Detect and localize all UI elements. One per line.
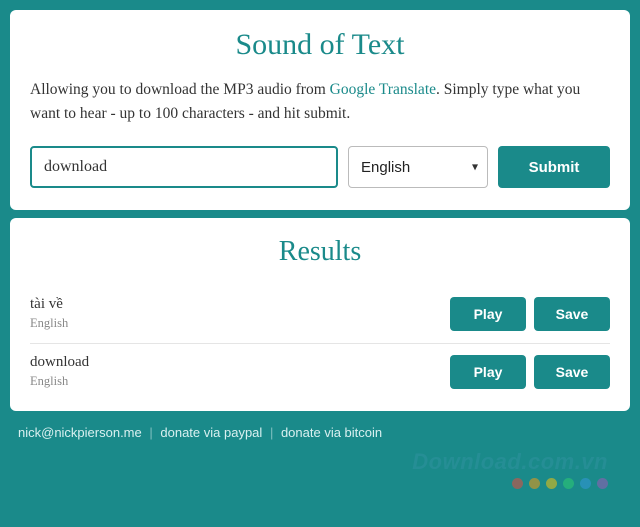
- result-language: English: [30, 374, 450, 389]
- dot-icon: [563, 478, 574, 489]
- result-text: tài về: [30, 296, 450, 313]
- result-actions: Play Save: [450, 355, 610, 389]
- result-actions: Play Save: [450, 297, 610, 331]
- dot-icon: [580, 478, 591, 489]
- input-form: English Submit: [30, 146, 610, 188]
- result-info: tài về English: [30, 296, 450, 331]
- text-input[interactable]: [30, 146, 338, 188]
- save-button[interactable]: Save: [534, 297, 610, 331]
- results-title: Results: [30, 236, 610, 268]
- dot-icon: [529, 478, 540, 489]
- dot-icon: [512, 478, 523, 489]
- submit-button[interactable]: Submit: [498, 146, 610, 188]
- dot-icon: [597, 478, 608, 489]
- result-text: download: [30, 354, 450, 371]
- footer-bitcoin-link[interactable]: donate via bitcoin: [281, 425, 382, 440]
- page-title: Sound of Text: [30, 28, 610, 62]
- description: Allowing you to download the MP3 audio f…: [30, 78, 610, 126]
- result-language: English: [30, 316, 450, 331]
- footer-email-link[interactable]: nick@nickpierson.me: [18, 425, 142, 440]
- save-button[interactable]: Save: [534, 355, 610, 389]
- main-card: Sound of Text Allowing you to download t…: [10, 10, 630, 210]
- result-row: tài về English Play Save: [30, 286, 610, 344]
- play-button[interactable]: Play: [450, 297, 526, 331]
- footer-separator: |: [149, 425, 152, 440]
- footer-separator: |: [270, 425, 273, 440]
- language-select-wrap: English: [348, 146, 488, 188]
- play-button[interactable]: Play: [450, 355, 526, 389]
- result-row: download English Play Save: [30, 344, 610, 401]
- watermark-dots: [512, 478, 608, 489]
- footer-paypal-link[interactable]: donate via paypal: [160, 425, 262, 440]
- result-info: download English: [30, 354, 450, 389]
- language-select[interactable]: English: [348, 146, 488, 188]
- footer: nick@nickpierson.me | donate via paypal …: [10, 419, 630, 440]
- results-card: Results tài về English Play Save downloa…: [10, 218, 630, 411]
- watermark-text: Download.com.vn: [412, 449, 608, 475]
- desc-text-before: Allowing you to download the MP3 audio f…: [30, 81, 330, 98]
- google-translate-link[interactable]: Google Translate: [330, 81, 436, 98]
- dot-icon: [546, 478, 557, 489]
